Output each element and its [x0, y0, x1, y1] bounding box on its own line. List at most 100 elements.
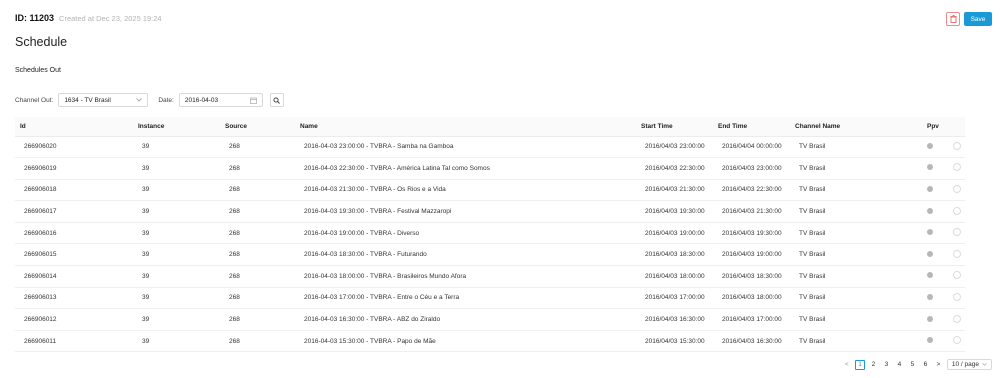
cell-channel: TV Brasil [790, 330, 922, 353]
cell-source: 268 [220, 265, 295, 288]
row-select-radio[interactable] [953, 271, 961, 280]
ppv-indicator [927, 207, 933, 214]
table-row[interactable]: 266906019 39 268 2016-04-03 22:30:00 - TVBR… [15, 157, 965, 180]
col-header-instance[interactable]: Instance [133, 117, 220, 137]
table-row[interactable]: 266906015 39 268 2016-04-03 18:30:00 - TVBR… [15, 243, 965, 267]
cell-select [948, 222, 965, 245]
cell-start: 2016/04/03 18:00:00 [636, 265, 713, 288]
page-1-button[interactable]: 1 [855, 359, 865, 370]
cell-select [948, 200, 965, 223]
page-6-button[interactable]: 6 [921, 360, 930, 370]
save-button[interactable]: Save [964, 12, 992, 26]
cell-instance: 39 [133, 265, 220, 288]
row-select-radio[interactable] [953, 228, 961, 237]
cell-id: 266906014 [15, 265, 133, 288]
row-select-radio[interactable] [953, 163, 961, 172]
cell-select [948, 287, 965, 310]
cell-name: 2016-04-03 16:30:00 - TVBRA - ABZ do Zir… [295, 308, 636, 331]
row-select-radio[interactable] [953, 206, 961, 215]
cell-ppv [922, 222, 948, 245]
col-header-start-time[interactable]: Start Time [636, 117, 713, 137]
cell-end: 2016/04/03 18:00:00 [713, 287, 790, 310]
cell-source: 268 [220, 179, 295, 202]
cell-end: 2016/04/03 19:30:00 [713, 222, 790, 245]
cell-start: 2016/04/03 23:00:00 [636, 136, 713, 159]
table-row[interactable]: 266906012 39 268 2016-04-03 16:30:00 - TVBR… [15, 308, 965, 331]
row-select-radio[interactable] [953, 184, 961, 193]
cell-id: 266906012 [15, 308, 133, 331]
cell-id: 266906018 [15, 179, 133, 202]
page-4-button[interactable]: 4 [895, 360, 904, 370]
header-actions: Save [946, 12, 992, 26]
cell-ppv [922, 136, 948, 159]
cell-id: 266906013 [15, 287, 133, 310]
cell-ppv [922, 330, 948, 353]
cell-name: 2016-04-03 17:00:00 - TVBRA - Entre o Cé… [295, 287, 636, 310]
cell-ppv [922, 243, 948, 267]
calendar-icon [250, 97, 257, 104]
row-select-radio[interactable] [953, 336, 961, 345]
cell-end: 2016/04/04 00:00:00 [713, 136, 790, 159]
row-select-radio[interactable] [953, 249, 961, 258]
col-header-ppv[interactable]: Ppv [922, 117, 948, 137]
cell-instance: 39 [133, 287, 220, 310]
page-title: Schedule [15, 35, 68, 49]
table-row[interactable]: 266906018 39 268 2016-04-03 21:30:00 - TVBR… [15, 179, 965, 202]
filter-bar: Channel Out: 1634 - TV Brasil Date: 2016… [15, 93, 284, 107]
table-row[interactable]: 266906016 39 268 2016-04-03 19:00:00 - TVBR… [15, 222, 965, 245]
cell-channel: TV Brasil [790, 222, 922, 245]
cell-name: 2016-04-03 22:30:00 - TVBRA - América La… [295, 157, 636, 180]
cell-name: 2016-04-03 18:30:00 - TVBRA - Futurando [295, 243, 636, 267]
table-row[interactable]: 266906020 39 268 2016-04-03 23:00:00 - TVBR… [15, 136, 965, 159]
col-header-channel-name[interactable]: Channel Name [790, 117, 922, 137]
ppv-indicator [927, 142, 933, 149]
channel-out-select[interactable]: 1634 - TV Brasil [58, 93, 149, 107]
page-2-button[interactable]: 2 [869, 360, 878, 370]
table-row[interactable]: 266906013 39 268 2016-04-03 17:00:00 - TVBR… [15, 287, 965, 310]
page-3-button[interactable]: 3 [882, 360, 891, 370]
col-header-select [948, 117, 965, 137]
row-select-radio[interactable] [953, 314, 961, 323]
cell-source: 268 [220, 200, 295, 223]
ppv-indicator [927, 337, 933, 344]
record-id: ID: 11203 [15, 13, 55, 23]
cell-select [948, 136, 965, 159]
prev-page-button[interactable]: < [842, 360, 851, 370]
col-header-id[interactable]: Id [15, 117, 133, 137]
cell-id: 266906016 [15, 222, 133, 245]
table-row[interactable]: 266906011 39 268 2016-04-03 15:30:00 - TVBR… [15, 330, 965, 353]
row-select-radio[interactable] [953, 141, 961, 150]
cell-instance: 39 [133, 200, 220, 223]
next-page-button[interactable]: > [934, 360, 943, 370]
col-header-name[interactable]: Name [295, 117, 636, 137]
cell-source: 268 [220, 157, 295, 180]
page-5-button[interactable]: 5 [908, 360, 917, 370]
date-label: Date: [158, 96, 174, 104]
cell-channel: TV Brasil [790, 157, 922, 180]
delete-button[interactable] [946, 12, 960, 26]
search-icon [273, 96, 281, 104]
cell-name: 2016-04-03 23:00:00 - TVBRA - Samba na G… [295, 136, 636, 159]
search-button[interactable] [269, 93, 284, 107]
channel-out-value: 1634 - TV Brasil [64, 96, 111, 104]
col-header-end-time[interactable]: End Time [713, 117, 790, 137]
cell-instance: 39 [133, 222, 220, 245]
record-header: ID: 11203 Created at Dec 23, 2025 19:24 [15, 13, 162, 23]
ppv-indicator [927, 272, 933, 279]
table-row[interactable]: 266906014 39 268 2016-04-03 18:00:00 - TVBR… [15, 265, 965, 288]
cell-select [948, 330, 965, 353]
cell-channel: TV Brasil [790, 308, 922, 331]
ppv-indicator [927, 185, 933, 192]
cell-select [948, 179, 965, 202]
table-row[interactable]: 266906017 39 268 2016-04-03 19:30:00 - TVBR… [15, 200, 965, 223]
col-header-source[interactable]: Source [220, 117, 295, 137]
cell-end: 2016/04/03 22:30:00 [713, 179, 790, 202]
cell-source: 268 [220, 330, 295, 353]
page-size-select[interactable]: 10 / page [946, 359, 992, 370]
cell-name: 2016-04-03 18:00:00 - TVBRA - Brasileiro… [295, 265, 636, 288]
cell-instance: 39 [133, 330, 220, 353]
cell-id: 266906015 [15, 243, 133, 267]
cell-start: 2016/04/03 22:30:00 [636, 157, 713, 180]
date-picker[interactable]: 2016-04-03 [178, 93, 263, 107]
row-select-radio[interactable] [953, 292, 961, 301]
